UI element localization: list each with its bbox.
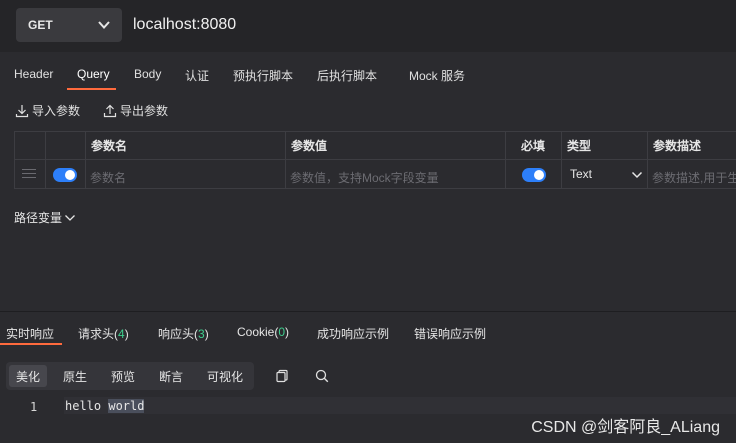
response-body-text[interactable]: hello world [65,399,145,413]
tab-label-close: ) [204,327,209,341]
watermark: CSDN @剑客阿良_ALiang [531,419,720,436]
method-label: GET [28,18,53,32]
tab-body[interactable]: Body [134,67,161,81]
tab-post-script[interactable]: 后执行脚本 [317,67,377,84]
tab-cookie[interactable]: Cookie(0) [237,325,289,339]
current-line-highlight [64,397,736,414]
count-badge: 3 [198,327,205,341]
import-icon [15,104,29,117]
drag-handle-icon[interactable] [22,169,36,181]
tab-label: 请求头( [78,327,118,341]
export-params-label: 导出参数 [120,104,169,118]
export-params-button[interactable]: 导出参数 [103,102,168,119]
line-number: 1 [30,400,38,414]
url-input[interactable]: localhost:8080 [125,8,736,42]
chevron-down-icon [65,214,75,221]
tab-request-headers[interactable]: 请求头(4) [78,325,129,342]
export-icon [103,104,117,117]
view-assert[interactable]: 断言 [159,368,183,385]
tab-error-example[interactable]: 错误响应示例 [414,325,486,342]
method-select[interactable]: GET [16,8,122,42]
col-divider [647,131,648,189]
tab-realtime-response[interactable]: 实时响应 [6,325,54,342]
param-name-input[interactable]: 参数名 [90,169,126,186]
col-divider [85,131,86,189]
tab-label: 响应头( [158,327,198,341]
code-text: hello [65,399,109,413]
view-visualize[interactable]: 可视化 [207,368,243,385]
param-value-input[interactable]: 参数值，支持Mock字段变量 [290,169,439,186]
col-header-description: 参数描述 [653,139,702,153]
path-variables-toggle[interactable]: 路径变量 [14,209,76,226]
import-params-button[interactable]: 导入参数 [15,102,80,119]
table-header-divider [14,159,736,160]
col-header-type: 类型 [567,139,592,153]
selected-text: world [108,399,145,413]
col-divider [285,131,286,189]
param-description-input[interactable]: 参数描述,用于生 [652,169,736,186]
count-badge: 4 [118,327,125,341]
tab-pre-script[interactable]: 预执行脚本 [233,67,293,84]
col-header-name: 参数名 [91,139,128,153]
tab-response-headers[interactable]: 响应头(3) [158,325,209,342]
tab-query[interactable]: Query [77,67,110,81]
chevron-down-icon [631,171,643,179]
required-toggle[interactable] [522,168,546,182]
active-tab-indicator [67,88,116,90]
view-raw[interactable]: 原生 [63,368,87,385]
col-divider [505,131,506,189]
tab-success-example[interactable]: 成功响应示例 [317,325,389,342]
row-enable-toggle[interactable] [53,168,77,182]
path-variables-label: 路径变量 [14,211,63,225]
panel-divider [0,311,736,312]
import-params-label: 导入参数 [32,104,81,118]
search-icon[interactable] [315,369,329,383]
col-divider [561,131,562,189]
url-text: localhost:8080 [133,16,237,33]
active-tab-indicator [0,343,62,345]
tab-mock[interactable]: Mock 服务 [409,67,465,84]
tab-label: Cookie( [237,325,279,339]
view-pretty[interactable]: 美化 [16,368,40,385]
view-preview[interactable]: 预览 [111,368,135,385]
tab-label-close: ) [124,327,129,341]
tab-header[interactable]: Header [14,67,53,81]
chevron-down-icon [98,21,110,29]
tab-label-close: ) [285,325,290,339]
col-divider [45,131,46,189]
tab-auth[interactable]: 认证 [185,67,209,84]
type-select[interactable]: Text [570,167,592,181]
col-header-required: 必填 [521,139,546,153]
col-header-value: 参数值 [291,139,328,153]
copy-icon[interactable] [275,369,289,383]
